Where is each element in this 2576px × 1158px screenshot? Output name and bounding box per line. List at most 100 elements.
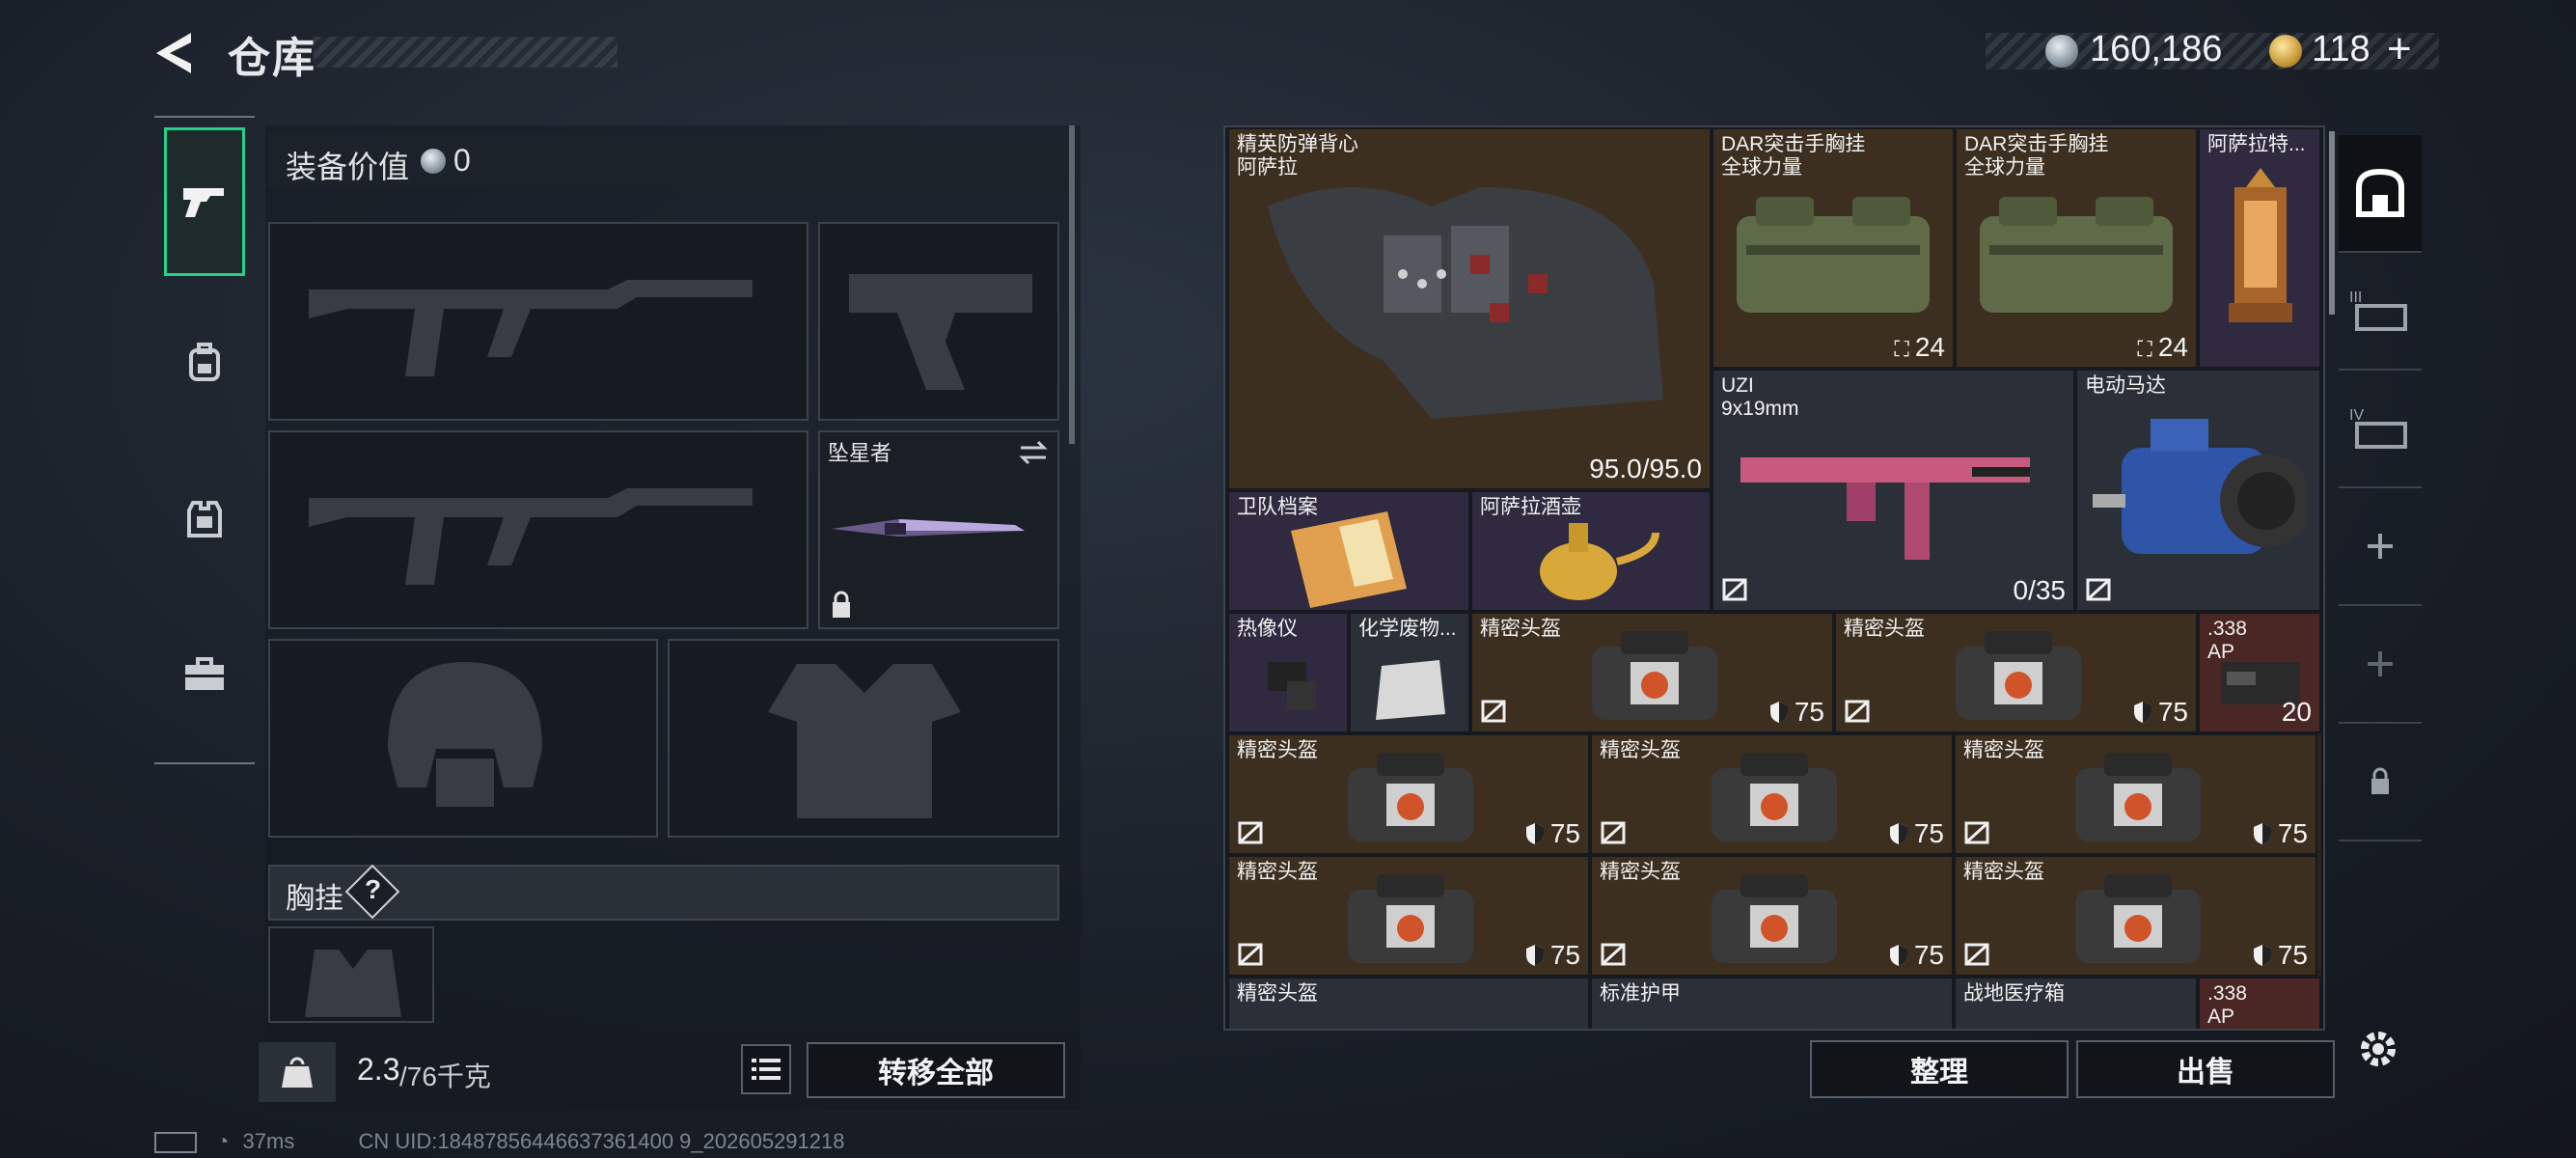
equip-value: 0 — [453, 143, 471, 178]
body-armor-slot[interactable] — [668, 639, 1059, 838]
list-view-button[interactable] — [741, 1044, 791, 1094]
no-insure-icon — [1964, 943, 1989, 966]
item-name: 精密头盔 — [1600, 739, 1681, 761]
inv-item-field-medkit[interactable]: 战地医疗箱 — [1954, 977, 2198, 1029]
helmet-bag-icon — [1711, 753, 1837, 841]
tab-locked[interactable] — [2339, 724, 2422, 841]
nav-weapons[interactable] — [164, 127, 245, 276]
melee-slot[interactable]: 坠星者 — [818, 430, 1059, 629]
smg-icon — [1740, 457, 2030, 560]
inventory-scrollbar[interactable] — [2329, 131, 2335, 315]
item-name: .338 AP — [2207, 618, 2247, 663]
helmet-slot[interactable] — [268, 639, 658, 838]
inv-item-precision-helmet[interactable]: 精密头盔 75 — [1954, 855, 2317, 977]
equip-value-label: 装备价值 — [286, 150, 410, 184]
gold-add-button[interactable]: + — [2387, 25, 2412, 73]
tab-storage-4[interactable]: IV — [2339, 371, 2422, 488]
shield-icon — [1769, 702, 1788, 723]
item-name: 精密头盔 — [1237, 861, 1318, 883]
safe-icon — [2356, 168, 2404, 217]
no-insure-icon — [1964, 821, 1989, 844]
inv-item-precision-helmet[interactable]: 精密头盔 75 — [1227, 733, 1590, 855]
transfer-all-button[interactable]: 转移全部 — [807, 1042, 1065, 1098]
tab-add-2[interactable] — [2339, 606, 2422, 724]
item-name: 战地医疗箱 — [1963, 982, 2065, 1005]
helmet-bag-icon — [1348, 753, 1473, 841]
inv-item-electric-motor[interactable]: 电动马达 — [2075, 369, 2321, 612]
nav-chest-rig[interactable] — [164, 446, 245, 591]
helmet-bag-icon — [1591, 631, 1717, 720]
settings-gear-icon[interactable] — [2354, 1025, 2402, 1073]
item-name: 化学废物... — [1358, 618, 1457, 640]
capacity-number: 24 — [1914, 332, 1945, 362]
inv-item-chemical-waste[interactable]: 化学废物... — [1349, 612, 1470, 733]
item-name: 热像仪 — [1237, 618, 1298, 640]
helmet-bag-icon — [2074, 753, 2201, 841]
durability-number: 75 — [1913, 818, 1944, 848]
primary-weapon-slot-1[interactable] — [268, 222, 808, 421]
back-arrow-icon[interactable] — [152, 29, 201, 77]
item-name: 卫队档案 — [1237, 496, 1318, 518]
inv-item-precision-helmet[interactable]: 精密头盔 75 — [1470, 612, 1834, 733]
primary-weapon-slot-2[interactable] — [268, 430, 808, 629]
inv-item-precision-helmet[interactable]: 精密头盔 75 — [1834, 612, 2198, 733]
inv-item-dar-rig-2[interactable]: DAR突击手胸挂 全球力量 ⛶ 24 — [1955, 127, 2198, 369]
shield-icon — [1889, 823, 1907, 844]
sort-button[interactable]: 整理 — [1810, 1040, 2069, 1098]
plus-icon — [2368, 651, 2393, 676]
inv-item-guard-file[interactable]: 卫队档案 — [1227, 490, 1470, 612]
lock-icon — [2371, 767, 2389, 794]
inv-item-asara-flask[interactable]: 阿萨拉酒壶 — [1470, 490, 1712, 612]
item-name: DAR突击手胸挂 全球力量 — [1964, 133, 2109, 179]
lock-icon — [833, 591, 850, 618]
inv-item-precision-helmet[interactable]: 精密头盔 75 — [1590, 733, 1954, 855]
equipment-scrollbar[interactable] — [1069, 125, 1075, 444]
item-name: 精密头盔 — [1963, 861, 2044, 883]
silver-coin-icon — [421, 149, 446, 174]
item-name: UZI 9x19mm — [1721, 374, 1799, 420]
inv-item-dar-rig-1[interactable]: DAR突击手胸挂 全球力量 ⛶ 24 — [1712, 127, 1955, 369]
weight-kg-icon — [282, 1057, 313, 1088]
capacity-value: ⛶ 24 — [2137, 332, 2188, 363]
inv-item-precision-helmet[interactable]: 精密头盔 75 — [1227, 855, 1590, 977]
document-icon — [1291, 511, 1407, 608]
item-name: 电动马达 — [2085, 374, 2166, 397]
storage-3-icon: III — [2349, 290, 2407, 331]
no-insure-icon — [1601, 943, 1626, 966]
nav-backpack[interactable] — [164, 290, 245, 434]
helmet-bag-icon — [1955, 631, 2081, 720]
pistol-slot[interactable] — [818, 222, 1059, 421]
inv-item-standard-armor[interactable]: 标准护甲 — [1590, 977, 1954, 1029]
tab-storage-3[interactable]: III — [2339, 253, 2422, 371]
thermal-imager-icon — [1268, 662, 1316, 710]
inv-item-uzi[interactable]: UZI 9x19mm 0/35 — [1712, 369, 2075, 612]
tab-add-1[interactable] — [2339, 488, 2422, 606]
no-insure-icon — [1601, 821, 1626, 844]
list-icon — [752, 1059, 781, 1080]
title-decoration — [314, 37, 617, 68]
tab-safebox[interactable] — [2339, 135, 2422, 253]
nav-case[interactable] — [164, 602, 245, 747]
inv-item-precision-helmet[interactable]: 精密头盔 75 — [1590, 855, 1954, 977]
chest-rig-slot[interactable] — [268, 926, 434, 1023]
inv-item-asara-lantern[interactable]: 阿萨拉特... — [2198, 127, 2321, 369]
page-title: 仓库 — [228, 35, 316, 82]
sell-button[interactable]: 出售 — [2076, 1040, 2335, 1098]
inv-item-precision-helmet[interactable]: 精密头盔 — [1227, 977, 1590, 1029]
swap-icon[interactable] — [1017, 438, 1050, 467]
melee-name: 坠星者 — [828, 441, 892, 465]
inv-item-338ap[interactable]: .338 AP 20 — [2198, 612, 2321, 733]
no-insure-icon — [1845, 700, 1870, 723]
helmet-silhouette-icon — [388, 662, 542, 807]
motor-icon — [2093, 419, 2305, 554]
inv-item-elite-vest[interactable]: 精英防弹背心 阿萨拉 95.0/95.0 — [1227, 127, 1712, 490]
inv-item-precision-helmet[interactable]: 精密头盔 75 — [1954, 733, 2317, 855]
durability-value: 95.0/95.0 — [1589, 454, 1702, 483]
weight-max: /76千克 — [399, 1062, 491, 1091]
shield-icon — [1889, 945, 1907, 966]
inv-item-thermal-imager[interactable]: 热像仪 — [1227, 612, 1349, 733]
capacity-icon: ⛶ — [1894, 337, 1915, 361]
item-name: 精密头盔 — [1480, 618, 1561, 640]
durability-number: 75 — [1549, 940, 1580, 970]
inv-item-338ap-2[interactable]: .338 AP — [2198, 977, 2321, 1029]
